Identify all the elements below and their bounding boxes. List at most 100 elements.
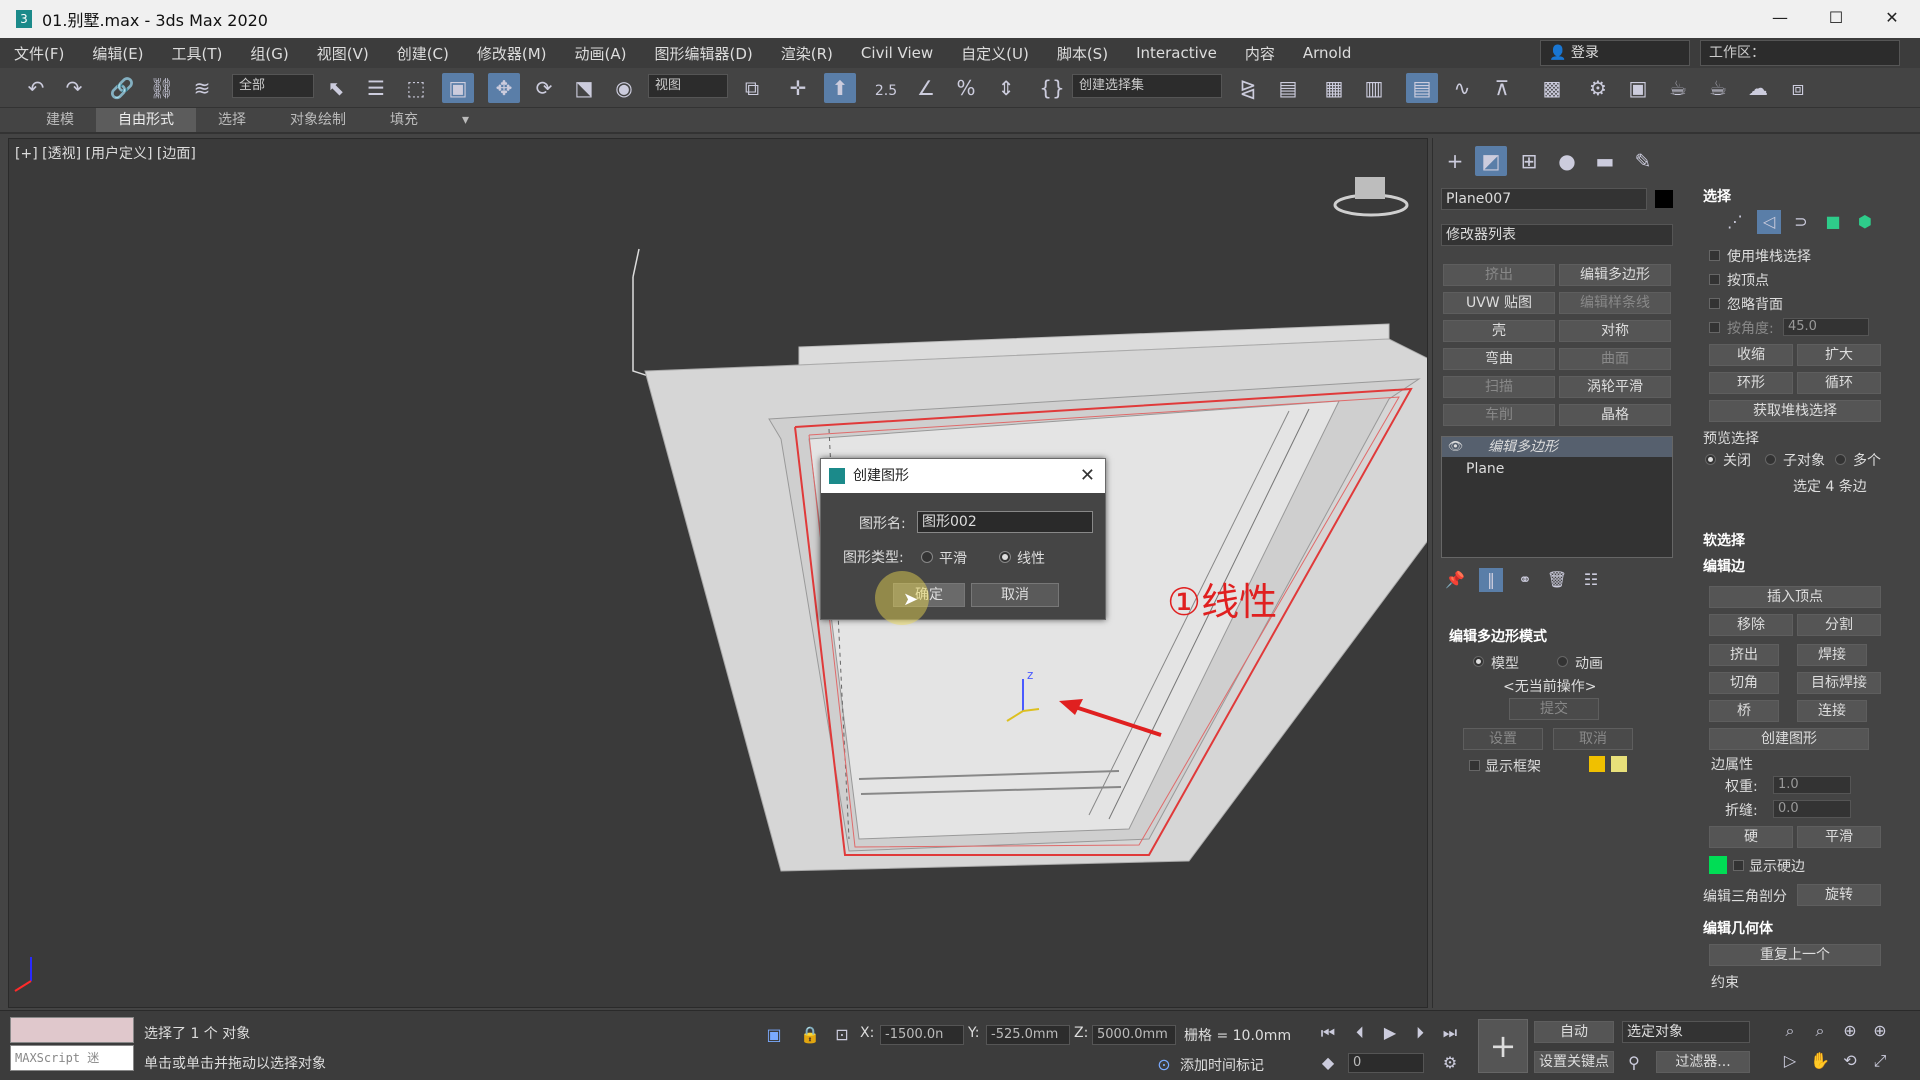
select-object-icon[interactable]: ⬉ (320, 73, 352, 103)
absolute-mode-icon[interactable]: ⊡ (830, 1023, 854, 1047)
hard-edge-color-swatch[interactable] (1709, 856, 1727, 874)
target-weld-button[interactable]: 目标焊接 (1797, 672, 1881, 694)
edit-named-sets-icon[interactable]: {} (1036, 73, 1068, 103)
tab-selection[interactable]: 选择 (196, 108, 268, 132)
weight-spinner[interactable]: 1.0 (1773, 776, 1851, 794)
scene-explorer-icon[interactable]: ▤ (1406, 73, 1438, 103)
mod-surface-button[interactable]: 曲面 (1559, 348, 1671, 370)
ignore-back-checkbox[interactable] (1709, 298, 1720, 309)
edge-extrude-button[interactable]: 挤出 (1709, 644, 1779, 666)
z-coordinate-field[interactable]: 5000.0mm (1092, 1025, 1176, 1045)
select-by-name-icon[interactable]: ☰ (360, 73, 392, 103)
previous-frame-icon[interactable]: ⏴ (1348, 1021, 1372, 1045)
repeat-last-button[interactable]: 重复上一个 (1709, 944, 1881, 966)
vertex-mode-icon[interactable]: ⋰ (1723, 210, 1747, 234)
auto-key-button[interactable]: 自动 (1534, 1021, 1614, 1043)
spinner-snap-icon[interactable]: ⇕ (990, 73, 1022, 103)
mode-anim-radio[interactable] (1557, 656, 1568, 667)
snaps-toggle-icon[interactable]: 2.5 (870, 73, 902, 103)
dialog-close-icon[interactable]: ✕ (1080, 459, 1095, 493)
connect-button[interactable]: 连接 (1797, 700, 1867, 722)
named-selection-set-dropdown[interactable]: 创建选择集 (1072, 74, 1222, 98)
edit-edges-header[interactable]: 编辑边 (1703, 556, 1745, 576)
viewport-perspective[interactable]: [+] [透视] [用户定义] [边面] z ①线性 (8, 138, 1428, 1008)
modifier-list-dropdown[interactable]: 修改器列表 (1441, 224, 1673, 246)
eye-icon[interactable]: 👁 (1448, 439, 1463, 453)
menu-file[interactable]: 文件(F) (0, 43, 78, 64)
create-shape-button[interactable]: 创建图形 (1709, 728, 1869, 750)
orbit-icon[interactable]: ⟲ (1838, 1049, 1862, 1073)
edge-mode-icon[interactable]: ◁ (1757, 210, 1781, 234)
play-icon[interactable]: ▶ (1378, 1021, 1402, 1045)
edit-poly-mode-header[interactable]: 编辑多边形模式 (1449, 626, 1547, 646)
menu-tools[interactable]: 工具(T) (158, 43, 237, 64)
time-tag-icon[interactable]: ⊙ (1152, 1053, 1176, 1077)
shrink-button[interactable]: 收缩 (1709, 344, 1793, 366)
menu-customize[interactable]: 自定义(U) (947, 43, 1043, 64)
stack-item-edit-poly[interactable]: 编辑多边形 (1442, 437, 1672, 457)
menu-rendering[interactable]: 渲染(R) (767, 43, 847, 64)
next-frame-icon[interactable]: ⏵ (1408, 1021, 1432, 1045)
render-iterative-icon[interactable]: ☕ (1702, 73, 1734, 103)
remove-modifier-icon[interactable]: 🗑 (1545, 568, 1569, 592)
border-mode-icon[interactable]: ⊃ (1789, 210, 1813, 234)
rect-selection-icon[interactable]: ⬚ (400, 73, 432, 103)
zoom-extents-all-icon[interactable]: ⊕ (1868, 1019, 1892, 1043)
tab-object-paint[interactable]: 对象绘制 (268, 108, 368, 132)
by-angle-checkbox[interactable] (1709, 322, 1720, 333)
commit-button[interactable]: 提交 (1509, 698, 1599, 720)
pin-stack-icon[interactable]: 📌 (1443, 568, 1467, 592)
time-config-icon[interactable]: ⚙ (1438, 1051, 1462, 1075)
mod-edit-poly-button[interactable]: 编辑多边形 (1559, 264, 1671, 286)
mode-model-radio[interactable] (1473, 656, 1484, 667)
curve-editor-icon[interactable]: ∿ (1446, 73, 1478, 103)
material-editor-icon[interactable]: ▩ (1536, 73, 1568, 103)
by-vertex-checkbox[interactable] (1709, 274, 1720, 285)
link-icon[interactable]: 🔗 (106, 73, 138, 103)
selection-filter-dropdown[interactable]: 全部 (232, 74, 314, 98)
menu-animation[interactable]: 动画(A) (561, 43, 641, 64)
menu-create[interactable]: 创建(C) (383, 43, 463, 64)
menu-content[interactable]: 内容 (1231, 43, 1289, 64)
use-stack-checkbox[interactable] (1709, 250, 1720, 261)
angle-spinner[interactable]: 45.0 (1783, 318, 1869, 336)
linear-radio[interactable] (999, 551, 1011, 563)
menu-civil-view[interactable]: Civil View (847, 44, 947, 62)
tab-modeling[interactable]: 建模 (24, 108, 96, 132)
menu-scripting[interactable]: 脚本(S) (1043, 43, 1122, 64)
select-rotate-icon[interactable]: ⟳ (528, 73, 560, 103)
selection-lock-icon[interactable]: 🔒 (798, 1023, 822, 1047)
hard-button[interactable]: 硬 (1709, 826, 1793, 848)
turn-button[interactable]: 旋转 (1797, 884, 1881, 906)
redo-icon[interactable]: ↷ (58, 73, 90, 103)
ribbon-options-icon[interactable]: ▾ (440, 108, 491, 132)
open-a360-icon[interactable]: ⧈ (1782, 73, 1814, 103)
object-name-field[interactable]: Plane007 (1441, 188, 1647, 210)
cage-selected-color-swatch[interactable] (1611, 756, 1627, 772)
workspace-dropdown[interactable]: 工作区： (1700, 40, 1900, 66)
menu-arnold[interactable]: Arnold (1289, 44, 1366, 62)
mod-symmetry-button[interactable]: 对称 (1559, 320, 1671, 342)
zoom-icon[interactable]: ⌕ (1778, 1019, 1802, 1043)
preview-multi-radio[interactable] (1835, 454, 1846, 465)
angle-snap-icon[interactable]: ∠ (910, 73, 942, 103)
settings-button[interactable]: 设置 (1463, 728, 1543, 750)
place-icon[interactable]: ◉ (608, 73, 640, 103)
ref-coord-dropdown[interactable]: 视图 (648, 74, 728, 98)
menu-views[interactable]: 视图(V) (303, 43, 383, 64)
rendered-frame-icon[interactable]: ▣ (1622, 73, 1654, 103)
unlink-icon[interactable]: ⛓ (146, 73, 178, 103)
window-crossing-icon[interactable]: ▣ (442, 73, 474, 103)
get-stack-selection-button[interactable]: 获取堆栈选择 (1709, 400, 1881, 422)
remove-button[interactable]: 移除 (1709, 614, 1793, 636)
mode-cancel-button[interactable]: 取消 (1553, 728, 1633, 750)
motion-tab-icon[interactable]: ● (1551, 146, 1583, 176)
tab-populate[interactable]: 填充 (368, 108, 440, 132)
maxscript-listener-output[interactable] (10, 1017, 134, 1043)
mod-shell-button[interactable]: 壳 (1443, 320, 1555, 342)
utilities-tab-icon[interactable]: ✎ (1627, 146, 1659, 176)
toggle-ribbon-icon[interactable]: ▥ (1358, 73, 1390, 103)
maxscript-mini-listener[interactable]: MAXScript 迷 (10, 1045, 134, 1071)
show-hard-checkbox[interactable] (1733, 860, 1744, 871)
mod-extrude-button[interactable]: 挤出 (1443, 264, 1555, 286)
